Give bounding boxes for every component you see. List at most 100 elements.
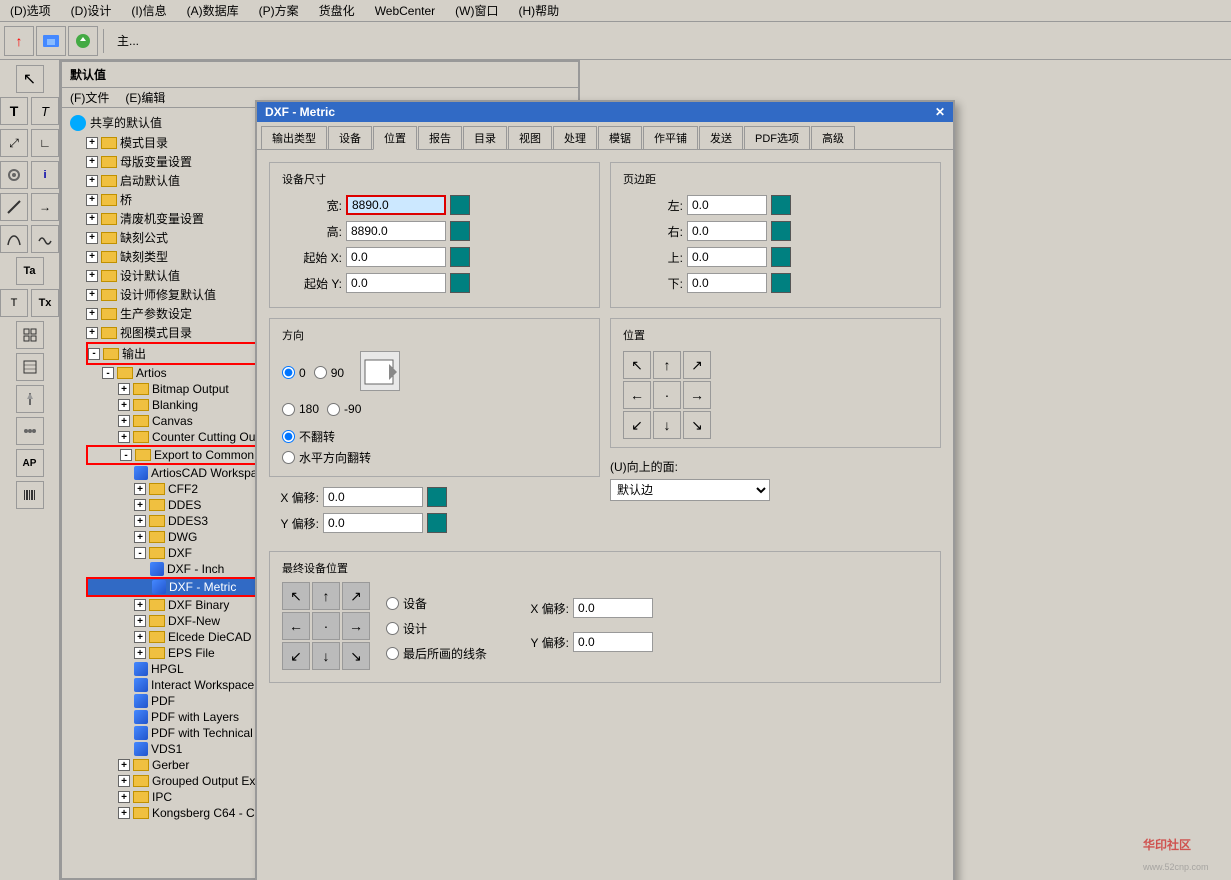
start-x-input[interactable] — [346, 247, 446, 267]
expand-dxf-new[interactable]: + — [134, 615, 146, 627]
h-flip-radio[interactable] — [282, 451, 295, 464]
tool-arrow-right[interactable]: → — [31, 193, 59, 221]
tool-info[interactable]: i — [31, 161, 59, 189]
start-y-picker-btn[interactable] — [450, 273, 470, 293]
toolbar-btn-3[interactable] — [68, 26, 98, 56]
dxf-close-button[interactable]: ✕ — [935, 105, 945, 119]
expand-export[interactable]: - — [120, 449, 132, 461]
start-y-input[interactable] — [346, 273, 446, 293]
tab-report[interactable]: 报告 — [418, 126, 462, 149]
tool-dots[interactable] — [16, 417, 44, 445]
expand-nick-type[interactable]: + — [86, 251, 98, 263]
tree-item-dxf-metric[interactable]: DXF - Metric — [86, 577, 266, 597]
pos-top-center[interactable]: ↑ — [653, 351, 681, 379]
expand-kongsberg[interactable]: + — [118, 807, 130, 819]
tool-arrow[interactable]: ↖ — [16, 65, 44, 93]
top-margin-input[interactable] — [687, 247, 767, 267]
pos-bot-center[interactable]: ↓ — [653, 411, 681, 439]
tool-line[interactable] — [0, 193, 28, 221]
pos-top-right[interactable]: ↗ — [683, 351, 711, 379]
final-pos-bot-center[interactable]: ↓ — [312, 642, 340, 670]
final-pos-top-center[interactable]: ↑ — [312, 582, 340, 610]
toolbar-btn-1[interactable]: ↑ — [4, 26, 34, 56]
expand-grouped[interactable]: + — [118, 775, 130, 787]
final-pos-bot-right[interactable]: ↘ — [342, 642, 370, 670]
tool-gear[interactable] — [0, 161, 28, 189]
defaults-menu-edit[interactable]: (E)编辑 — [121, 88, 169, 107]
final-pos-top-left[interactable]: ↖ — [282, 582, 310, 610]
expand-mode[interactable]: + — [86, 137, 98, 149]
expand-dxf-binary[interactable]: + — [134, 599, 146, 611]
tool-pin[interactable] — [16, 385, 44, 413]
x-offset-input[interactable] — [323, 487, 423, 507]
expand-production[interactable]: + — [86, 308, 98, 320]
toolbar-btn-2[interactable] — [36, 26, 66, 56]
tab-process[interactable]: 处理 — [553, 126, 597, 149]
pos-mid-left[interactable]: ← — [623, 381, 651, 409]
tool-ta[interactable]: Ta — [16, 257, 44, 285]
final-x-offset-input[interactable] — [573, 598, 653, 618]
defaults-menu-file[interactable]: (F)文件 — [66, 88, 113, 107]
right-margin-picker[interactable] — [771, 221, 791, 241]
tab-output-type[interactable]: 输出类型 — [261, 126, 327, 149]
right-margin-input[interactable] — [687, 221, 767, 241]
width-picker-btn[interactable] — [450, 195, 470, 215]
tab-device[interactable]: 设备 — [328, 126, 372, 149]
final-y-offset-input[interactable] — [573, 632, 653, 652]
menu-item-plan[interactable]: (P)方案 — [253, 0, 305, 21]
expand-view-mode[interactable]: + — [86, 327, 98, 339]
dir-180-radio[interactable] — [282, 403, 295, 416]
tab-advanced[interactable]: 高级 — [811, 126, 855, 149]
bottom-margin-input[interactable] — [687, 273, 767, 293]
tab-template[interactable]: 模锯 — [598, 126, 642, 149]
expand-ipc[interactable]: + — [118, 791, 130, 803]
expand-startup[interactable]: + — [86, 175, 98, 187]
expand-eps[interactable]: + — [134, 647, 146, 659]
tab-catalog[interactable]: 目录 — [463, 126, 507, 149]
tab-pdf-options[interactable]: PDF选项 — [744, 126, 810, 149]
pos-mid-right[interactable]: → — [683, 381, 711, 409]
menu-item-help[interactable]: (H)帮助 — [513, 0, 566, 21]
expand-dwg[interactable]: + — [134, 531, 146, 543]
menu-item-info[interactable]: (I)信息 — [125, 0, 172, 21]
pos-mid-center[interactable]: · — [653, 381, 681, 409]
final-pos-top-right[interactable]: ↗ — [342, 582, 370, 610]
expand-dxf[interactable]: - — [134, 547, 146, 559]
tool-hatch[interactable] — [16, 353, 44, 381]
expand-canvas[interactable]: + — [118, 415, 130, 427]
tab-view[interactable]: 视图 — [508, 126, 552, 149]
height-picker-btn[interactable] — [450, 221, 470, 241]
tab-send[interactable]: 发送 — [699, 126, 743, 149]
left-margin-picker[interactable] — [771, 195, 791, 215]
y-offset-picker[interactable] — [427, 513, 447, 533]
x-offset-picker[interactable] — [427, 487, 447, 507]
final-device-radio[interactable] — [386, 597, 399, 610]
final-design-radio[interactable] — [386, 622, 399, 635]
menu-item-option[interactable]: (D)选项 — [4, 0, 57, 21]
tool-tx-left[interactable]: T — [0, 289, 28, 317]
tool-angle[interactable]: ∟ — [31, 129, 59, 157]
expand-ddes3[interactable]: + — [134, 515, 146, 527]
upper-face-dropdown[interactable]: 默认边 — [610, 479, 770, 501]
final-pos-bot-left[interactable]: ↙ — [282, 642, 310, 670]
start-x-picker-btn[interactable] — [450, 247, 470, 267]
expand-design-default[interactable]: + — [86, 270, 98, 282]
expand-waste[interactable]: + — [86, 213, 98, 225]
tool-ap[interactable]: AP — [16, 449, 44, 477]
dir-90-radio[interactable] — [314, 366, 327, 379]
final-pos-mid-left[interactable]: ← — [282, 612, 310, 640]
menu-item-design[interactable]: (D)设计 — [65, 0, 118, 21]
tab-tile[interactable]: 作平铺 — [643, 126, 698, 149]
expand-designer-fix[interactable]: + — [86, 289, 98, 301]
expand-gerber[interactable]: + — [118, 759, 130, 771]
y-offset-input[interactable] — [323, 513, 423, 533]
bottom-margin-picker[interactable] — [771, 273, 791, 293]
tool-grid[interactable] — [16, 321, 44, 349]
menu-item-webcenter[interactable]: WebCenter — [369, 2, 441, 20]
tool-cursor[interactable]: ⤢ — [0, 129, 28, 157]
menu-item-pallet[interactable]: 货盘化 — [313, 0, 361, 21]
expand-cff2[interactable]: + — [134, 483, 146, 495]
tool-text-t[interactable]: T — [0, 97, 28, 125]
menu-item-window[interactable]: (W)窗口 — [449, 0, 504, 21]
final-pos-mid-right[interactable]: → — [342, 612, 370, 640]
